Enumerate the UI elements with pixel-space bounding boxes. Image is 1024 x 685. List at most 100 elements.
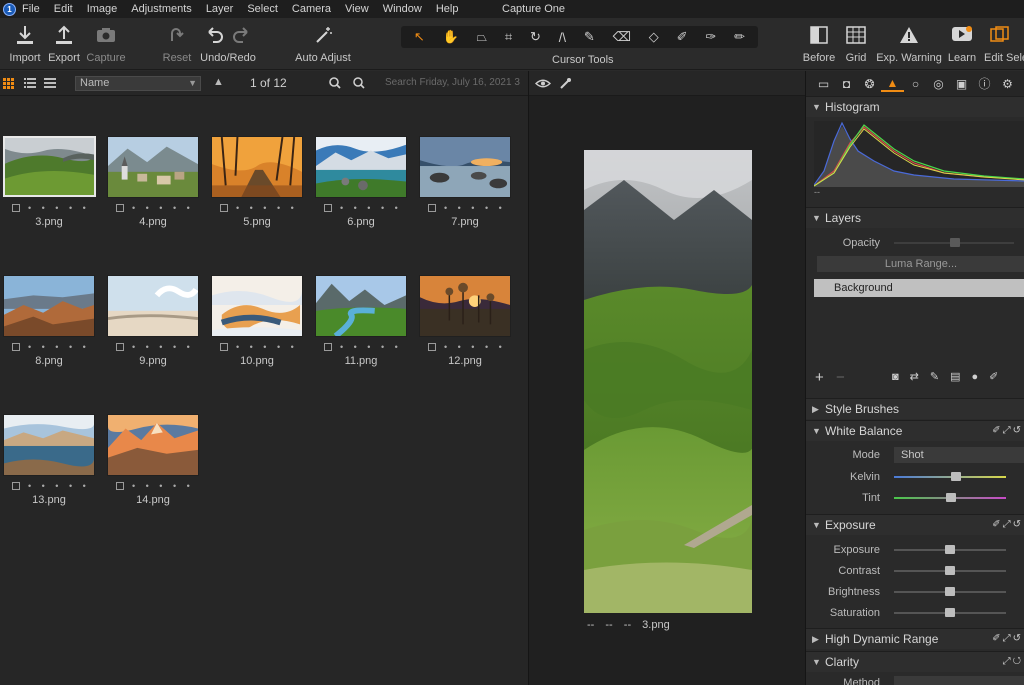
- adjust-tab-icon[interactable]: ▣: [950, 77, 973, 91]
- select-checkbox[interactable]: [220, 204, 228, 212]
- rating-stars[interactable]: • • • • •: [340, 342, 402, 352]
- menu-file[interactable]: File: [22, 3, 40, 15]
- thumbnail-10[interactable]: [211, 275, 303, 337]
- capture-tab-icon[interactable]: ◘: [835, 77, 858, 91]
- rating-stars[interactable]: • • • • •: [28, 203, 90, 213]
- histogram-header[interactable]: ▼ Histogram: [806, 96, 1024, 117]
- menu-image[interactable]: Image: [87, 3, 118, 15]
- method-select[interactable]: [894, 676, 1024, 685]
- rotate-icon[interactable]: ↻: [530, 29, 541, 45]
- erase-mask-icon[interactable]: ✐: [989, 371, 1009, 383]
- lens-tab-icon[interactable]: ○: [904, 77, 927, 91]
- color-tab-icon[interactable]: ❂: [858, 77, 881, 91]
- settings-gear-icon[interactable]: ⚙: [996, 77, 1019, 91]
- reset-button[interactable]: Reset: [160, 24, 194, 64]
- mask-visibility-icon[interactable]: ◙: [892, 371, 910, 383]
- main-preview-image[interactable]: [584, 150, 752, 613]
- exposure-knob[interactable]: [945, 545, 955, 554]
- select-checkbox[interactable]: [116, 343, 124, 351]
- thumbnail-7[interactable]: [419, 136, 511, 198]
- contrast-knob[interactable]: [945, 566, 955, 575]
- rating-stars[interactable]: • • • • •: [340, 203, 402, 213]
- section-tools-icon[interactable]: ⤢↺: [1003, 652, 1023, 672]
- thumbnail-5[interactable]: [211, 136, 303, 198]
- select-checkbox[interactable]: [116, 482, 124, 490]
- menu-camera[interactable]: Camera: [292, 3, 331, 15]
- straighten-icon[interactable]: /\: [559, 30, 566, 45]
- select-checkbox[interactable]: [116, 204, 124, 212]
- import-button[interactable]: Import: [6, 24, 44, 64]
- picker-icon[interactable]: [559, 77, 572, 90]
- thumbnail-view-icon[interactable]: [3, 78, 14, 89]
- rating-stars[interactable]: • • • • •: [444, 203, 506, 213]
- hdr-header[interactable]: ▶ High Dynamic Range ✐⤢↺: [806, 628, 1024, 649]
- thumbnail-9[interactable]: [107, 275, 199, 337]
- mode-select[interactable]: Shot: [894, 447, 1024, 463]
- list-view-icon[interactable]: [24, 78, 36, 89]
- search-input[interactable]: Search Friday, July 16, 2021 3: [371, 76, 521, 91]
- thumbnail-3[interactable]: [3, 136, 96, 197]
- edit-selected-button[interactable]: Edit Selec: [982, 24, 1024, 64]
- crop-icon[interactable]: ⌗: [505, 29, 512, 45]
- background-layer[interactable]: Background: [814, 279, 1024, 297]
- thumbnail-13[interactable]: [3, 414, 95, 476]
- select-checkbox[interactable]: [324, 343, 332, 351]
- filmstrip-view-icon[interactable]: [44, 78, 56, 89]
- select-checkbox[interactable]: [12, 482, 20, 490]
- select-checkbox[interactable]: [12, 343, 20, 351]
- rating-stars[interactable]: • • • • •: [444, 342, 506, 352]
- thumbnail-14[interactable]: [107, 414, 199, 476]
- kelvin-slider[interactable]: [894, 476, 1006, 478]
- draw-mask-icon[interactable]: ✎: [930, 371, 950, 383]
- rating-stars[interactable]: • • • • •: [236, 342, 298, 352]
- section-tools-icon[interactable]: ✐⤢↺: [992, 515, 1023, 535]
- sort-select[interactable]: Name ▼: [75, 76, 201, 91]
- menu-edit[interactable]: Edit: [54, 3, 73, 15]
- rating-stars[interactable]: • • • • •: [28, 481, 90, 491]
- luma-range-button[interactable]: Luma Range...: [817, 256, 1024, 272]
- kelvin-knob[interactable]: [951, 472, 961, 481]
- folder-tab-icon[interactable]: ▭: [812, 77, 835, 91]
- section-tools-icon[interactable]: ✐⤢↺: [992, 421, 1023, 441]
- undo-redo-button[interactable]: Undo/Redo: [200, 24, 256, 64]
- thumbnail-11[interactable]: [315, 275, 407, 337]
- select-checkbox[interactable]: [324, 204, 332, 212]
- clarity-header[interactable]: ▼ Clarity ⤢↺: [806, 651, 1024, 672]
- layers-header[interactable]: ▼ Layers: [806, 207, 1024, 228]
- heal-icon[interactable]: ✑: [705, 29, 716, 45]
- menu-view[interactable]: View: [345, 3, 369, 15]
- thumbnail-4[interactable]: [107, 136, 199, 198]
- keystone-icon[interactable]: ⏢: [477, 29, 487, 45]
- radial-gradient-icon[interactable]: ●: [972, 371, 990, 383]
- thumbnail-8[interactable]: [3, 275, 95, 337]
- brush-icon[interactable]: ✎: [584, 29, 595, 45]
- eraser-icon[interactable]: ⌫: [613, 29, 631, 45]
- remove-layer-icon[interactable]: −: [836, 369, 845, 386]
- saturation-knob[interactable]: [945, 608, 955, 617]
- rating-stars[interactable]: • • • • •: [236, 203, 298, 213]
- swap-icon[interactable]: ⇄: [910, 371, 930, 383]
- select-checkbox[interactable]: [220, 343, 228, 351]
- exposure-header[interactable]: ▼ Exposure ✐⤢↺: [806, 514, 1024, 535]
- picker-icon[interactable]: ✐: [677, 29, 688, 45]
- menu-adjustments[interactable]: Adjustments: [131, 3, 192, 15]
- add-layer-icon[interactable]: +: [815, 369, 824, 386]
- rating-stars[interactable]: • • • • •: [28, 342, 90, 352]
- sort-direction-icon[interactable]: ▲: [213, 76, 224, 88]
- opacity-knob[interactable]: [950, 238, 960, 247]
- white-balance-header[interactable]: ▼ White Balance ✐⤢↺: [806, 420, 1024, 441]
- export-button[interactable]: Export: [46, 24, 82, 64]
- gradient-icon[interactable]: ◇: [649, 29, 659, 45]
- capture-button[interactable]: Capture: [85, 24, 127, 64]
- grid-button[interactable]: Grid: [840, 24, 872, 64]
- tint-knob[interactable]: [946, 493, 956, 502]
- menu-layer[interactable]: Layer: [206, 3, 234, 15]
- exp-warning-button[interactable]: Exp. Warning: [876, 24, 942, 64]
- annotate-icon[interactable]: ✏: [734, 29, 745, 45]
- select-cursor-icon[interactable]: ↖: [414, 29, 425, 45]
- info-tab-icon[interactable]: ⓘ: [973, 75, 996, 92]
- select-checkbox[interactable]: [428, 204, 436, 212]
- section-tools-icon[interactable]: ✐⤢↺: [992, 629, 1023, 649]
- thumbnail-12[interactable]: [419, 275, 511, 337]
- pan-hand-icon[interactable]: ✋: [443, 29, 459, 45]
